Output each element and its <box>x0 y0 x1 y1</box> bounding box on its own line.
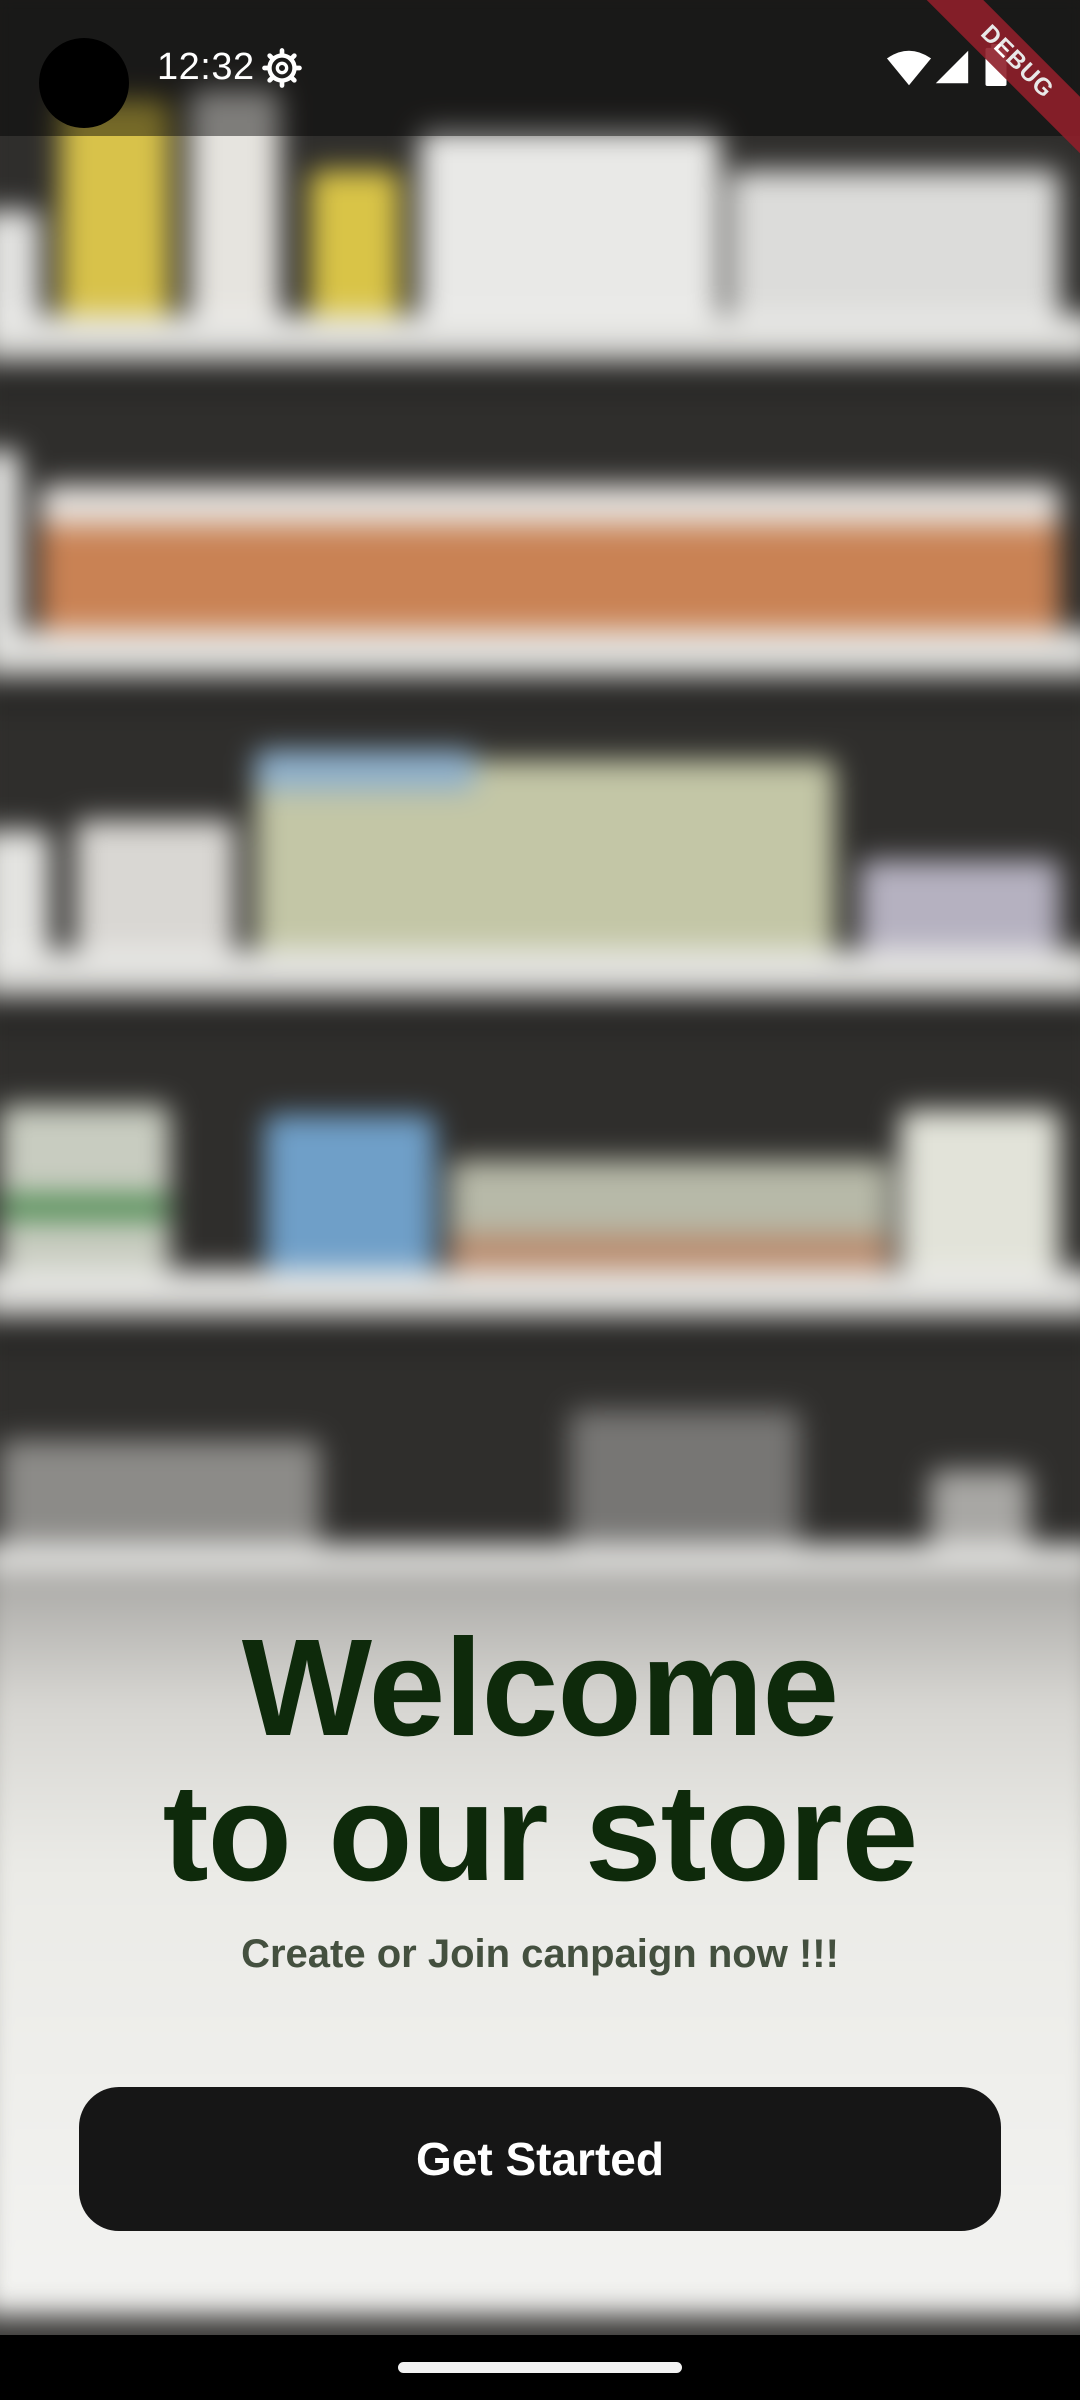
welcome-subtitle: Create or Join canpaign now !!! <box>241 1932 839 1976</box>
camera-cutout <box>39 38 129 128</box>
wifi-icon <box>886 50 932 86</box>
welcome-title-line1: Welcome <box>241 1611 839 1765</box>
navigation-bar <box>0 2335 1080 2400</box>
welcome-screen: 12:32 DEBUG Welcome to our store Create … <box>0 0 1080 2335</box>
settings-icon <box>262 48 302 88</box>
signal-icon <box>935 50 969 84</box>
status-time: 12:32 <box>157 46 255 88</box>
welcome-title-line2: to our store <box>162 1756 919 1910</box>
home-indicator[interactable] <box>398 2362 682 2373</box>
status-bar: 12:32 <box>0 0 1080 136</box>
get-started-button[interactable]: Get Started <box>79 2087 1001 2231</box>
store-shelf-background <box>0 0 1080 2335</box>
